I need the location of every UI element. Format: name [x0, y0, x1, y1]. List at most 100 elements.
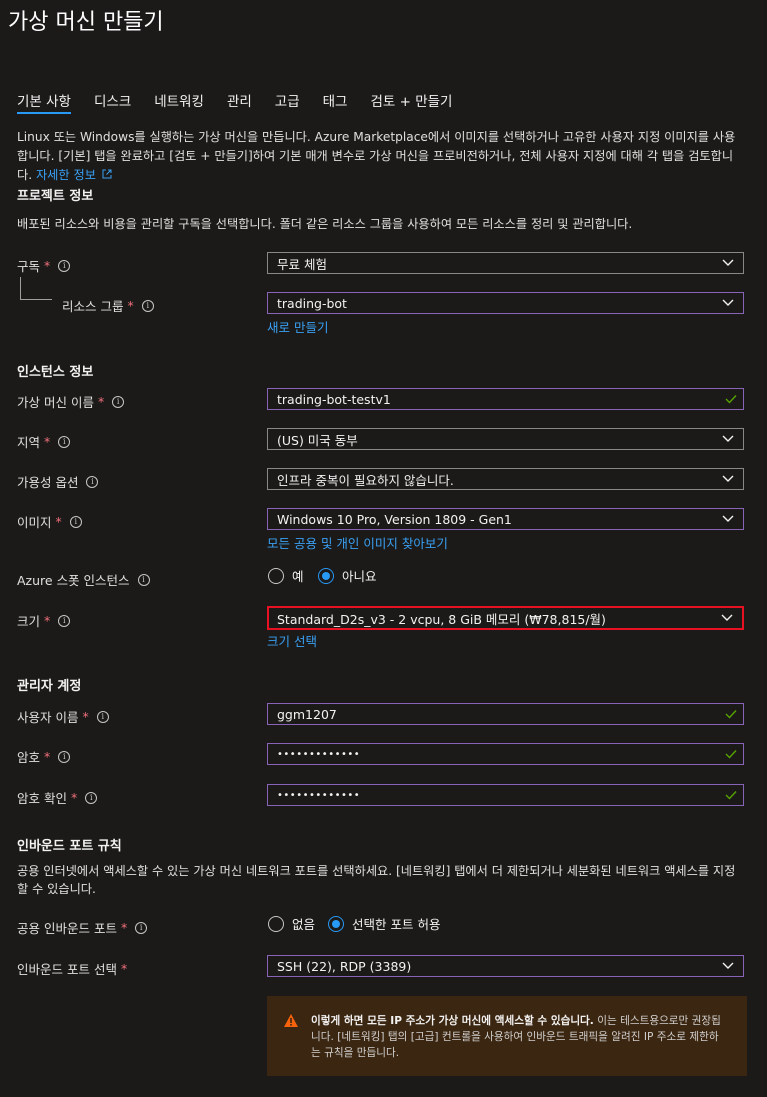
tab-tags[interactable]: 태그 [323, 90, 348, 114]
chevron-down-icon [722, 515, 734, 522]
learn-more-link[interactable]: 자세한 정보 [36, 168, 112, 182]
select-ports-label: 인바운드 포트 선택 * [17, 959, 127, 978]
spot-no-radio[interactable]: 아니요 [318, 566, 377, 585]
chevron-down-icon [722, 299, 734, 306]
info-icon[interactable]: i [86, 475, 99, 488]
info-icon[interactable]: i [85, 791, 98, 804]
info-icon[interactable]: i [58, 435, 71, 448]
resource-group-value: trading-bot [277, 295, 347, 311]
create-new-resource-group-link[interactable]: 새로 만들기 [267, 317, 328, 336]
inbound-rules-description: 공용 인터넷에서 액세스할 수 있는 가상 머신 네트워크 포트를 선택하세요.… [17, 864, 736, 896]
region-label: 지역 * i [17, 432, 71, 451]
required-star: * [44, 258, 51, 273]
admin-account-heading: 관리자 계정 [17, 679, 82, 694]
intro-text: Linux 또는 Windows를 실행하는 가상 머신을 만듭니다. Azur… [17, 130, 736, 182]
chevron-down-icon [722, 475, 734, 482]
info-icon[interactable]: i [58, 259, 71, 272]
required-star: * [44, 749, 51, 764]
image-value: Windows 10 Pro, Version 1809 - Gen1 [277, 511, 512, 527]
tab-basics[interactable]: 기본 사항 [17, 90, 71, 114]
subscription-dropdown[interactable]: 무료 체험 [267, 252, 744, 274]
info-icon[interactable]: i [112, 395, 125, 408]
username-input[interactable]: ggm1207 [267, 703, 744, 725]
external-link-icon [102, 169, 112, 179]
page-title: 가상 머신 만들기 [8, 10, 164, 35]
intro-description: Linux 또는 Windows를 실행하는 가상 머신을 만듭니다. Azur… [17, 128, 745, 185]
info-icon[interactable]: i [69, 515, 82, 528]
password-input[interactable]: ••••••••••••• [267, 743, 744, 765]
browse-images-link[interactable]: 모든 공용 및 개인 이미지 찾아보기 [267, 533, 448, 552]
tab-review-create[interactable]: 검토 + 만들기 [370, 90, 452, 114]
confirm-password-value: ••••••••••••• [277, 789, 361, 801]
confirm-password-label-text: 암호 확인 [17, 791, 67, 806]
image-label: 이미지 * i [17, 512, 82, 531]
required-star: * [55, 514, 62, 529]
chevron-down-icon [722, 259, 734, 266]
radio-circle-selected [328, 915, 344, 932]
ports-none-label: 없음 [292, 917, 316, 932]
username-label: 사용자 이름 * i [17, 707, 109, 726]
size-dropdown[interactable]: Standard_D2s_v3 - 2 vcpu, 8 GiB 메모리 (₩78… [267, 606, 744, 630]
required-star: * [44, 613, 51, 628]
info-icon[interactable]: i [141, 299, 154, 312]
ports-allow-radio[interactable]: 선택한 포트 허용 [328, 914, 440, 933]
project-details-heading: 프로젝트 정보 [17, 189, 94, 204]
confirm-password-input[interactable]: ••••••••••••• [267, 784, 744, 806]
select-ports-dropdown[interactable]: SSH (22), RDP (3389) [267, 955, 744, 977]
required-star: * [82, 709, 89, 724]
info-icon[interactable]: i [58, 750, 71, 763]
ports-none-radio[interactable]: 없음 [268, 914, 315, 933]
chevron-down-icon [722, 435, 734, 442]
image-label-text: 이미지 [17, 515, 52, 530]
availability-label-text: 가용성 옵션 [17, 475, 79, 490]
required-star: * [120, 961, 128, 976]
required-star: * [44, 434, 51, 449]
tab-networking[interactable]: 네트워킹 [154, 90, 204, 114]
image-dropdown[interactable]: Windows 10 Pro, Version 1809 - Gen1 [267, 508, 744, 530]
username-value: ggm1207 [277, 706, 337, 722]
availability-dropdown[interactable]: 인프라 중복이 필요하지 않습니다. [267, 468, 744, 490]
ports-allow-label: 선택한 포트 허용 [352, 917, 441, 932]
radio-circle-selected [318, 567, 334, 584]
tree-connector-horizontal [20, 299, 52, 300]
tab-disks[interactable]: 디스크 [94, 90, 131, 114]
info-icon[interactable]: i [135, 921, 148, 934]
info-icon[interactable]: i [96, 710, 109, 723]
resource-group-label-text: 리소스 그룹 [62, 299, 124, 314]
tab-advanced[interactable]: 고급 [275, 90, 300, 114]
project-details-description: 배포된 리소스와 비용을 관리할 구독을 선택합니다. 폴더 같은 리소스 그룹… [17, 217, 633, 231]
region-dropdown[interactable]: (US) 미국 동부 [267, 428, 744, 450]
spot-yes-radio[interactable]: 예 [268, 566, 304, 585]
spot-no-label: 아니요 [342, 569, 377, 584]
resource-group-label: 리소스 그룹 * i [62, 296, 154, 315]
radio-circle [268, 567, 284, 584]
resource-group-dropdown[interactable]: trading-bot [267, 292, 744, 314]
password-value: ••••••••••••• [277, 748, 361, 760]
spot-label: Azure 스폿 인스턴스 i [17, 570, 150, 589]
required-star: * [97, 394, 105, 409]
info-icon[interactable]: i [58, 614, 71, 627]
checkmark-icon [725, 750, 737, 759]
availability-value: 인프라 중복이 필요하지 않습니다. [277, 472, 454, 488]
size-value: Standard_D2s_v3 - 2 vcpu, 8 GiB 메모리 (₩78… [277, 611, 606, 627]
select-size-link[interactable]: 크기 선택 [267, 631, 317, 650]
subscription-label: 구독 * i [17, 256, 71, 275]
password-label-text: 암호 [17, 750, 41, 765]
size-label: 크기 * i [17, 611, 71, 630]
learn-more-label: 자세한 정보 [35, 168, 96, 182]
info-icon[interactable]: i [137, 573, 150, 586]
spot-yes-label: 예 [292, 569, 304, 584]
subscription-value: 무료 체험 [277, 256, 327, 272]
public-ports-label-text: 공용 인바운드 포트 [17, 921, 117, 936]
required-star: * [120, 920, 128, 935]
tree-connector-vertical [20, 277, 21, 299]
radio-circle [268, 915, 284, 932]
vm-name-label-text: 가상 머신 이름 [17, 395, 94, 410]
subscription-label-text: 구독 [17, 259, 41, 274]
vm-name-input[interactable]: trading-bot-testv1 [267, 388, 744, 410]
tab-management[interactable]: 관리 [227, 90, 252, 114]
tab-bar: 기본 사항 디스크 네트워킹 관리 고급 태그 검토 + 만들기 [17, 90, 475, 114]
inbound-rules-heading: 인바운드 포트 규칙 [17, 839, 122, 854]
checkmark-icon [725, 395, 737, 404]
required-star: * [70, 790, 78, 805]
